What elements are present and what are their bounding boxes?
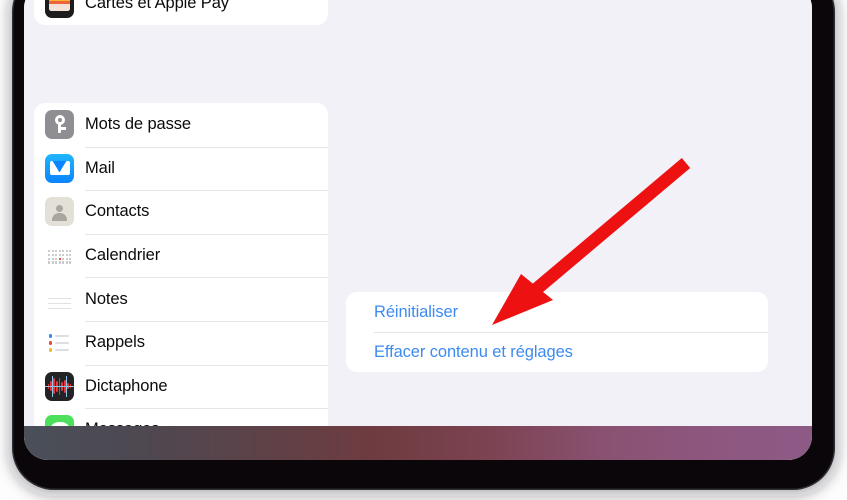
ipad-screen: A App Store Cartes et Apple Pay (24, 0, 812, 460)
reminders-icon (45, 328, 74, 358)
sidebar-item-mots-de-passe[interactable]: Mots de passe (34, 103, 328, 147)
sidebar-item-label: Contacts (85, 202, 150, 221)
sidebar-item-label: Notes (85, 289, 128, 308)
notes-icon (45, 284, 74, 314)
settings-split-view: A App Store Cartes et Apple Pay (24, 0, 812, 460)
sidebar-item-label: Calendrier (85, 246, 161, 265)
contacts-icon (45, 197, 74, 227)
sidebar-item-label: Mail (85, 158, 115, 177)
sidebar-item-label: Cartes et Apple Pay (85, 0, 229, 12)
sidebar-item-contacts[interactable]: Contacts (34, 190, 328, 234)
sidebar-item-dictaphone[interactable]: Dictaphone (34, 364, 328, 409)
sidebar-group-store: A App Store Cartes et Apple Pay (34, 0, 328, 26)
reset-button[interactable]: Réinitialiser (346, 292, 768, 332)
sidebar-item-mail[interactable]: Mail (34, 146, 328, 191)
mail-envelope-icon (45, 153, 74, 183)
wallpaper-strip (24, 426, 812, 460)
erase-all-content-button[interactable]: Effacer contenu et réglages (346, 332, 768, 372)
passwords-key-icon (45, 110, 74, 140)
sidebar-item-notes[interactable]: Notes (34, 277, 328, 321)
screenshot-root: A App Store Cartes et Apple Pay (0, 0, 847, 500)
sidebar-item-label: Dictaphone (85, 376, 168, 395)
calendar-icon (45, 241, 74, 271)
sidebar-item-wallet-apple-pay[interactable]: Cartes et Apple Pay (34, 0, 328, 25)
settings-detail-pane: Réinitialiser Effacer contenu et réglage… (338, 0, 812, 460)
wallet-icon (45, 0, 74, 18)
erase-all-content-label: Effacer contenu et réglages (374, 342, 573, 361)
sidebar-item-label: Rappels (85, 333, 145, 352)
sidebar-item-rappels[interactable]: Rappels (34, 320, 328, 365)
settings-sidebar[interactable]: A App Store Cartes et Apple Pay (24, 0, 361, 460)
voice-memos-icon (45, 371, 74, 401)
sidebar-group-apps: Mots de passe Mail Contacts Calendrier N… (34, 103, 328, 452)
sidebar-item-calendrier[interactable]: Calendrier (34, 233, 328, 278)
reset-options-card: Réinitialiser Effacer contenu et réglage… (346, 292, 768, 372)
reset-button-label: Réinitialiser (374, 302, 458, 321)
sidebar-item-label: Mots de passe (85, 115, 192, 134)
